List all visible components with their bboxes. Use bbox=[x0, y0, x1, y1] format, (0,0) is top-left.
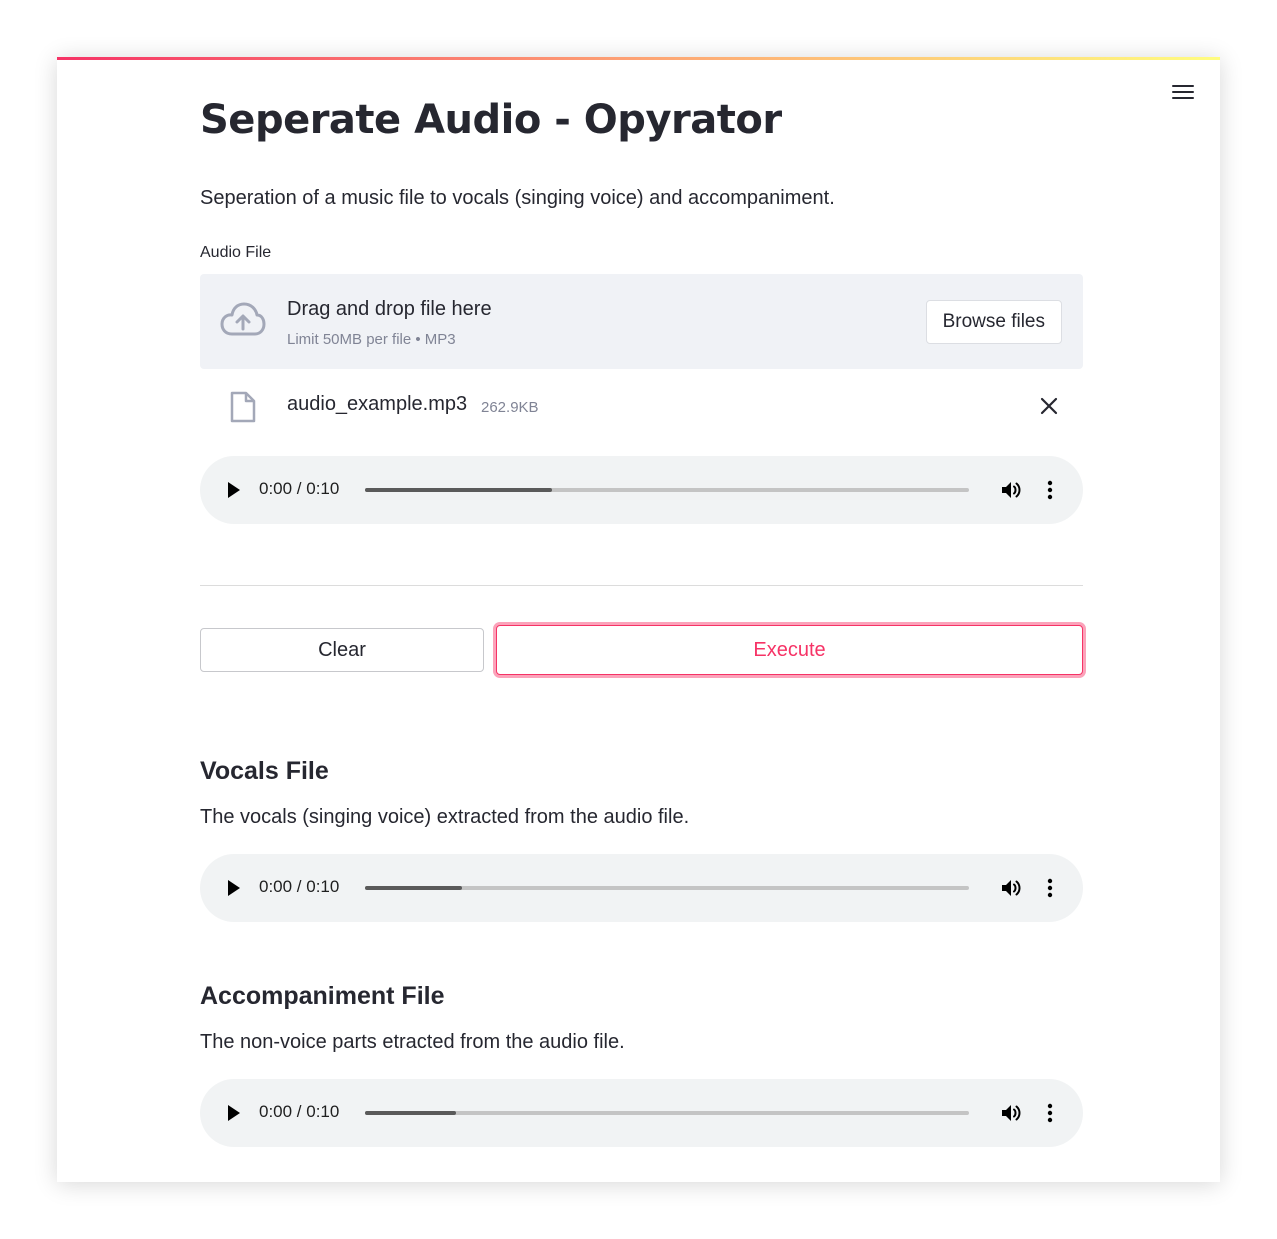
file-dropzone[interactable]: Drag and drop file here Limit 50MB per f… bbox=[200, 274, 1083, 369]
volume-icon[interactable] bbox=[999, 876, 1023, 900]
volume-icon[interactable] bbox=[999, 478, 1023, 502]
clear-button[interactable]: Clear bbox=[200, 628, 484, 672]
audio-progress-fill bbox=[365, 886, 462, 890]
cloud-upload-icon bbox=[220, 302, 266, 336]
page-title: Seperate Audio - Opyrator bbox=[200, 97, 782, 143]
close-icon[interactable] bbox=[1038, 395, 1060, 417]
more-vertical-icon[interactable] bbox=[1045, 876, 1055, 900]
audio-time: 0:00 / 0:10 bbox=[259, 1102, 340, 1121]
browse-files-button[interactable]: Browse files bbox=[925, 300, 1062, 344]
page-description: Seperation of a music file to vocals (si… bbox=[200, 187, 835, 209]
audio-progress-track[interactable] bbox=[365, 886, 969, 890]
audio-progress-track[interactable] bbox=[365, 488, 969, 492]
vocals-description: The vocals (singing voice) extracted fro… bbox=[200, 806, 690, 828]
play-icon[interactable] bbox=[227, 1104, 241, 1122]
accompaniment-description: The non-voice parts etracted from the au… bbox=[200, 1031, 625, 1053]
top-decoration-bar bbox=[57, 57, 1220, 60]
more-vertical-icon[interactable] bbox=[1045, 478, 1055, 502]
file-size: 262.9KB bbox=[481, 399, 539, 416]
play-icon[interactable] bbox=[227, 879, 241, 897]
play-icon[interactable] bbox=[227, 481, 241, 499]
section-divider bbox=[200, 585, 1083, 586]
hamburger-menu-icon[interactable] bbox=[1172, 83, 1194, 101]
execute-button[interactable]: Execute bbox=[496, 625, 1083, 675]
vocals-audio-player: 0:00 / 0:10 bbox=[200, 854, 1083, 922]
audio-progress-fill bbox=[365, 1111, 456, 1115]
audio-progress-fill bbox=[365, 488, 553, 492]
dropzone-limit: Limit 50MB per file • MP3 bbox=[287, 331, 456, 348]
vocals-title: Vocals File bbox=[200, 757, 329, 785]
dropzone-title: Drag and drop file here bbox=[287, 298, 492, 320]
file-icon bbox=[230, 391, 256, 423]
audio-time: 0:00 / 0:10 bbox=[259, 877, 340, 896]
audio-time: 0:00 / 0:10 bbox=[259, 479, 340, 498]
input-audio-player: 0:00 / 0:10 bbox=[200, 456, 1083, 524]
volume-icon[interactable] bbox=[999, 1101, 1023, 1125]
accompaniment-audio-player: 0:00 / 0:10 bbox=[200, 1079, 1083, 1147]
accompaniment-title: Accompaniment File bbox=[200, 982, 445, 1010]
audio-file-label: Audio File bbox=[200, 244, 272, 261]
app-window: Seperate Audio - Opyrator Seperation of … bbox=[57, 57, 1220, 1182]
uploaded-file-row: audio_example.mp3 262.9KB bbox=[200, 377, 1083, 437]
more-vertical-icon[interactable] bbox=[1045, 1101, 1055, 1125]
audio-progress-track[interactable] bbox=[365, 1111, 969, 1115]
file-name: audio_example.mp3 bbox=[287, 393, 468, 415]
